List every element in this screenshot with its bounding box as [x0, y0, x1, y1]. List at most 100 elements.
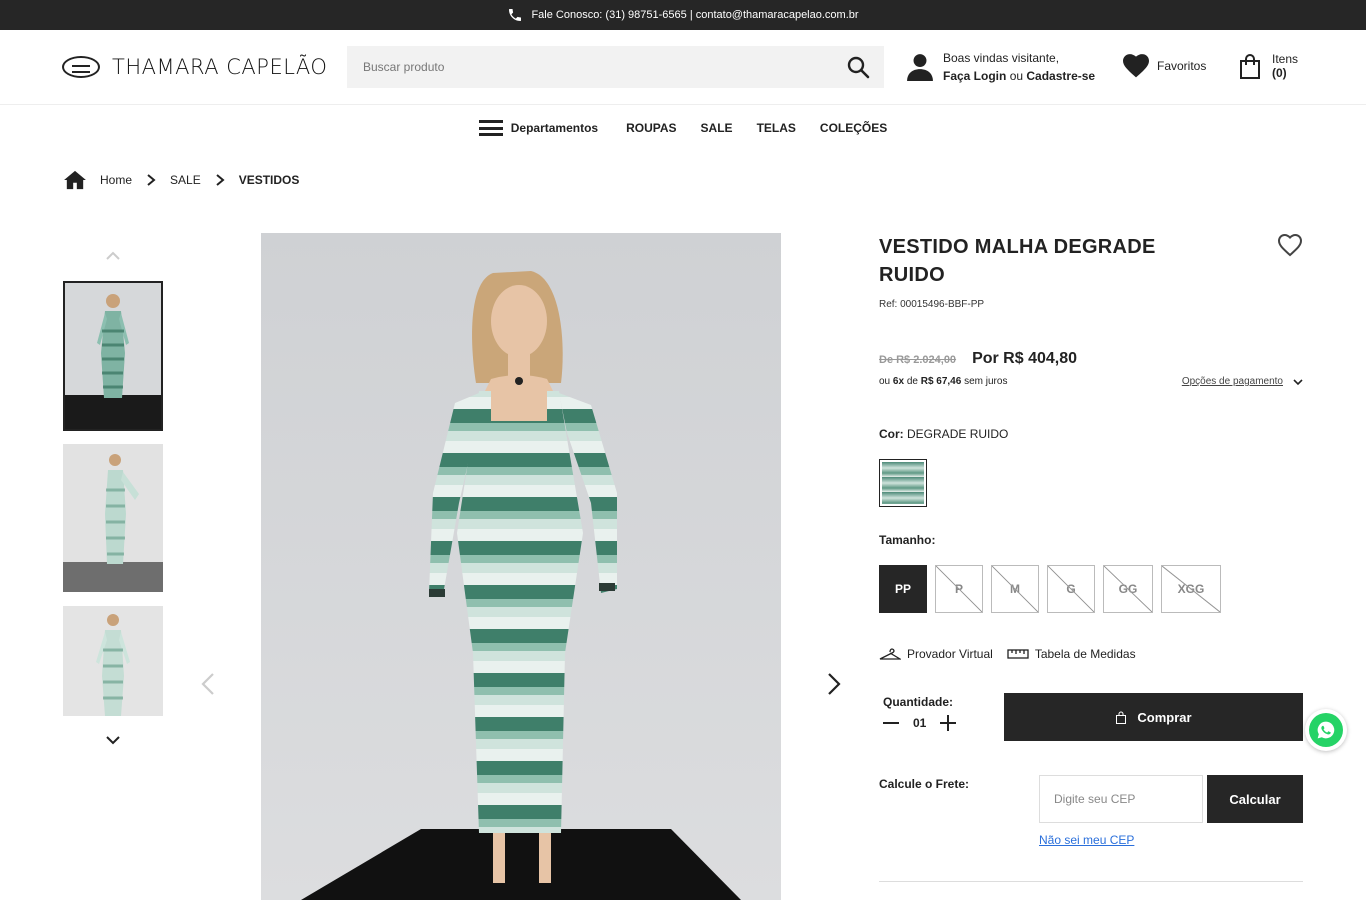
- nav-item-sale[interactable]: SALE: [701, 121, 733, 135]
- shopping-bag-icon: [1240, 54, 1260, 79]
- installments-count: 6x: [892, 376, 905, 387]
- quantity-label: Quantidade:: [883, 695, 954, 709]
- favorites-label: Favoritos: [1157, 59, 1207, 73]
- search-icon[interactable]: [846, 55, 870, 79]
- top-contact-bar: Fale Conosco: (31) 98751-6565 | contato@…: [0, 0, 1366, 30]
- shipping-calculator: Calcule o Frete: Calcular Não sei meu CE…: [879, 775, 1303, 855]
- size-chart-link[interactable]: Tabela de Medidas: [1007, 647, 1136, 661]
- departments-label: Departamentos: [510, 121, 599, 135]
- login-link[interactable]: Faça Login: [943, 69, 1006, 83]
- cart-count: (0): [1272, 66, 1287, 80]
- thumbnail-2[interactable]: [63, 444, 163, 592]
- unknown-cep-link[interactable]: Não sei meu CEP: [1039, 833, 1134, 847]
- cart-label: Itens: [1272, 52, 1299, 66]
- product-photo: [261, 233, 781, 900]
- logo-text: THAMARA CAPELÃO: [112, 55, 328, 79]
- installments-prefix: ou: [879, 376, 891, 387]
- breadcrumb-current: VESTIDOS: [238, 173, 300, 187]
- size-option-gg[interactable]: GG: [1103, 565, 1153, 613]
- size-option-g[interactable]: G: [1047, 565, 1095, 613]
- breadcrumb-home[interactable]: Home: [100, 173, 132, 187]
- home-icon[interactable]: [64, 170, 86, 190]
- size-selector: PP P M G GG XGG: [879, 565, 1303, 613]
- thumbnail-image: [63, 606, 163, 716]
- quantity-decrease-button[interactable]: [883, 715, 899, 731]
- product-ref: Ref: 00015496-BBF-PP: [879, 299, 985, 310]
- nav-item-telas[interactable]: TELAS: [757, 121, 796, 135]
- divider: [879, 881, 1303, 882]
- chevron-right-icon: [216, 174, 225, 186]
- ruler-icon: [1007, 649, 1029, 659]
- logo-mark-icon: [62, 56, 100, 78]
- size-option-p[interactable]: P: [935, 565, 983, 613]
- whatsapp-icon: [1317, 721, 1335, 739]
- cart-link[interactable]: Itens (0): [1238, 52, 1298, 80]
- fit-tools: Provador Virtual Tabela de Medidas: [879, 647, 1303, 661]
- contact-text: Fale Conosco: (31) 98751-6565 | contato@…: [531, 9, 859, 21]
- thumbnail-3[interactable]: [63, 606, 163, 716]
- product-main-image[interactable]: [261, 233, 781, 900]
- breadcrumb-sale[interactable]: SALE: [170, 173, 201, 187]
- thumbnail-1[interactable]: [63, 281, 163, 431]
- breadcrumb: Home SALE VESTIDOS: [64, 170, 299, 190]
- cep-field: [1039, 775, 1203, 823]
- thumbnail-image: [65, 283, 161, 429]
- calculate-button[interactable]: Calcular: [1207, 775, 1303, 823]
- quantity-stepper: Quantidade: 01: [883, 695, 957, 731]
- phone-icon: [509, 9, 522, 21]
- register-link[interactable]: Cadastre-se: [1026, 69, 1095, 83]
- gallery-next-arrow-icon[interactable]: [826, 672, 842, 696]
- buy-button[interactable]: Comprar: [1004, 693, 1303, 741]
- cep-input[interactable]: [1054, 792, 1194, 806]
- virtual-fitting-label: Provador Virtual: [907, 647, 993, 661]
- search-input[interactable]: [363, 60, 833, 74]
- thumbnail-down-arrow-icon[interactable]: [106, 735, 120, 745]
- bag-icon: [1116, 711, 1127, 724]
- search-bar: [347, 46, 884, 88]
- site-header: THAMARA CAPELÃO Boas vindas visitante, F…: [0, 30, 1366, 105]
- or-text: ou: [1009, 69, 1024, 83]
- size-option-m[interactable]: M: [991, 565, 1039, 613]
- user-account: Boas vindas visitante, Faça Login ou Cad…: [907, 49, 1095, 85]
- whatsapp-button[interactable]: [1305, 709, 1347, 751]
- heart-outline-icon[interactable]: [1277, 233, 1303, 257]
- payment-options-toggle[interactable]: Opções de pagamento: [1182, 376, 1303, 387]
- product-details: VESTIDO MALHA DEGRADE RUIDO Ref: 0001549…: [879, 233, 1303, 855]
- hanger-icon: [879, 648, 901, 660]
- quantity-increase-button[interactable]: [940, 715, 957, 731]
- thumbnail-up-arrow-icon[interactable]: [106, 250, 120, 260]
- thumbnail-image: [63, 444, 163, 592]
- installments-value: R$ 67,46: [920, 376, 962, 387]
- nav-item-colecoes[interactable]: COLEÇÕES: [820, 121, 887, 135]
- shipping-label: Calcule o Frete:: [879, 777, 970, 791]
- old-price: De R$ 2.024,00: [879, 354, 957, 366]
- installments-mid: de: [906, 376, 918, 387]
- color-swatch[interactable]: [879, 459, 927, 507]
- color-label-title: Cor:: [879, 427, 904, 441]
- virtual-fitting-link[interactable]: Provador Virtual: [879, 647, 993, 661]
- heart-filled-icon: [1123, 54, 1149, 78]
- nav-item-roupas[interactable]: ROUPAS: [626, 121, 676, 135]
- new-price: Por R$ 404,80: [972, 350, 1078, 367]
- favorites-link[interactable]: Favoritos: [1123, 54, 1206, 78]
- size-option-pp[interactable]: PP: [879, 565, 927, 613]
- buy-label: Comprar: [1137, 709, 1192, 725]
- color-label: Cor: DEGRADE RUIDO: [879, 427, 1303, 441]
- size-label: Tamanho:: [879, 533, 936, 547]
- gallery-prev-arrow-icon[interactable]: [200, 672, 216, 696]
- color-value: DEGRADE RUIDO: [907, 427, 1009, 441]
- size-chart-label: Tabela de Medidas: [1034, 647, 1136, 661]
- welcome-text: Boas vindas visitante,: [943, 51, 1060, 65]
- size-option-xgg[interactable]: XGG: [1161, 565, 1221, 613]
- installments-suffix: sem juros: [964, 376, 1008, 387]
- departments-menu[interactable]: Departamentos: [478, 120, 599, 136]
- hamburger-menu-icon: [478, 120, 503, 136]
- quantity-value[interactable]: 01: [913, 716, 926, 730]
- site-logo[interactable]: THAMARA CAPELÃO: [62, 55, 327, 79]
- product-title: VESTIDO MALHA DEGRADE RUIDO: [879, 236, 1156, 286]
- chevron-down-icon: [1293, 378, 1303, 385]
- chevron-right-icon: [147, 174, 156, 186]
- purchase-row: Quantidade: 01 Comprar: [879, 693, 1303, 743]
- main-nav: Departamentos ROUPAS SALE TELAS COLEÇÕES: [0, 105, 1366, 151]
- price-block: De R$ 2.024,00 Por R$ 404,80: [879, 350, 1303, 368]
